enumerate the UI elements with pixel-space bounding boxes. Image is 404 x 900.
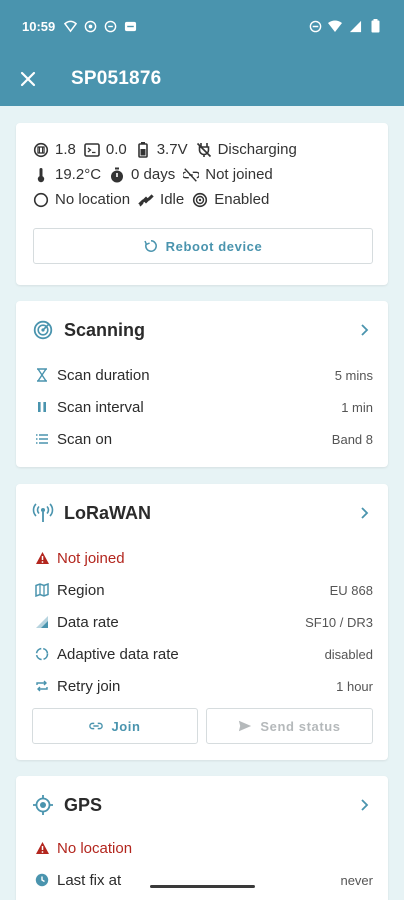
- location-stat: No location: [33, 191, 130, 208]
- progress-circle-icon: [34, 646, 50, 662]
- pause-icon: [34, 399, 50, 415]
- scan-interval-row: Scan interval 1 min: [16, 391, 388, 423]
- temperature-stat: 19.2°C: [33, 166, 101, 183]
- join-label: Join: [111, 718, 141, 734]
- lorawan-status-row: Not joined: [16, 542, 388, 574]
- restart-icon: [143, 239, 158, 253]
- activity-stat: Idle: [138, 191, 184, 208]
- send-icon: [238, 719, 252, 733]
- map-icon: [34, 582, 50, 598]
- data-rate-row: Data rate SF10 / DR3: [16, 606, 388, 638]
- stats-row-1: 1.8 0.0 3.7V Discharging: [33, 137, 373, 162]
- lorawan-status: Not joined: [57, 549, 125, 567]
- scanning-stat: Enabled: [192, 191, 269, 208]
- send-status-button[interactable]: Send status: [206, 708, 373, 744]
- gps-title: GPS: [64, 794, 103, 815]
- list-icon: [34, 431, 50, 447]
- battery-icon: [368, 19, 382, 33]
- cellular-signal-icon: [348, 19, 362, 33]
- warning-icon: [34, 840, 50, 856]
- antenna-icon: [32, 502, 54, 524]
- title-bar: SP051876: [0, 52, 404, 106]
- hourglass-icon: [34, 367, 50, 383]
- join-state-stat: Not joined: [183, 166, 273, 183]
- warning-icon: [34, 550, 50, 566]
- message-notification-icon: [123, 19, 137, 33]
- gps-status: No location: [57, 839, 133, 857]
- join-button[interactable]: Join: [32, 708, 198, 744]
- device-status-card: 1.8 0.0 3.7V Discharging 19.2°C 0 days N…: [16, 123, 388, 285]
- last-fix-row: Last fix at never: [16, 864, 388, 896]
- chevron-right-icon[interactable]: [356, 322, 372, 338]
- scanning-title: Scanning: [64, 319, 146, 340]
- close-icon: [20, 71, 36, 87]
- gps-fixed-icon: [32, 794, 54, 816]
- lorawan-card: LoRaWAN Not joined Region EU 868 Data ra…: [16, 484, 388, 760]
- link-off-icon: [183, 167, 200, 183]
- home-indicator[interactable]: [150, 885, 255, 888]
- repeat-icon: [34, 678, 50, 694]
- charging-stat: Discharging: [196, 141, 297, 158]
- wifi-calling-icon: [63, 19, 77, 33]
- scan-duration-row: Scan duration 5 mins: [16, 359, 388, 391]
- satellite-icon: [138, 192, 154, 208]
- reboot-device-button[interactable]: Reboot device: [33, 228, 373, 264]
- sync-notification-icon: [103, 19, 117, 33]
- lorawan-title: LoRaWAN: [64, 502, 151, 523]
- page-title: SP051876: [71, 68, 162, 89]
- scanning-card: Scanning Scan duration 5 mins Scan inter…: [16, 301, 388, 467]
- stats-row-3: No location Idle Enabled: [33, 187, 373, 212]
- clock-icon: [34, 872, 50, 888]
- battery-icon: [135, 141, 151, 158]
- retry-join-row: Retry join 1 hour: [16, 670, 388, 702]
- radar-icon: [32, 319, 54, 341]
- lorawan-actions: Join Send status: [16, 702, 388, 744]
- battery-stat: 3.7V: [135, 141, 188, 158]
- gps-card: GPS No location Last fix at never: [16, 776, 388, 900]
- status-time: 10:59: [22, 18, 56, 34]
- app-notification-icon: [83, 19, 97, 33]
- gps-status-row: No location: [16, 832, 388, 864]
- uptime-stat: 0 days: [109, 166, 175, 183]
- reboot-device-label: Reboot device: [165, 238, 263, 254]
- wifi-icon: [328, 19, 342, 33]
- thermometer-icon: [33, 167, 49, 183]
- do-not-disturb-icon: [308, 19, 322, 33]
- circle-outline-icon: [33, 192, 49, 208]
- scanning-header[interactable]: Scanning: [16, 301, 388, 359]
- chip-icon: [33, 142, 49, 158]
- counter-stat: 0.0: [84, 141, 127, 158]
- app-bar: 10:59 SP051876: [0, 0, 404, 106]
- timer-icon: [109, 167, 125, 183]
- firmware-stat: 1.8: [33, 141, 76, 158]
- chevron-right-icon[interactable]: [356, 797, 372, 813]
- signal-icon: [34, 614, 50, 630]
- adaptive-data-rate-row: Adaptive data rate disabled: [16, 638, 388, 670]
- lorawan-header[interactable]: LoRaWAN: [16, 484, 388, 542]
- radar-icon: [192, 192, 208, 208]
- power-off-icon: [196, 142, 212, 158]
- status-bar: 10:59: [0, 0, 404, 52]
- stats-row-2: 19.2°C 0 days Not joined: [33, 162, 373, 187]
- terminal-icon: [84, 142, 100, 158]
- close-button[interactable]: [0, 52, 56, 106]
- region-row: Region EU 868: [16, 574, 388, 606]
- chevron-right-icon[interactable]: [356, 505, 372, 521]
- scan-on-row: Scan on Band 8: [16, 423, 388, 455]
- link-icon: [89, 719, 104, 733]
- gps-header[interactable]: GPS: [16, 776, 388, 834]
- send-status-label: Send status: [260, 718, 341, 734]
